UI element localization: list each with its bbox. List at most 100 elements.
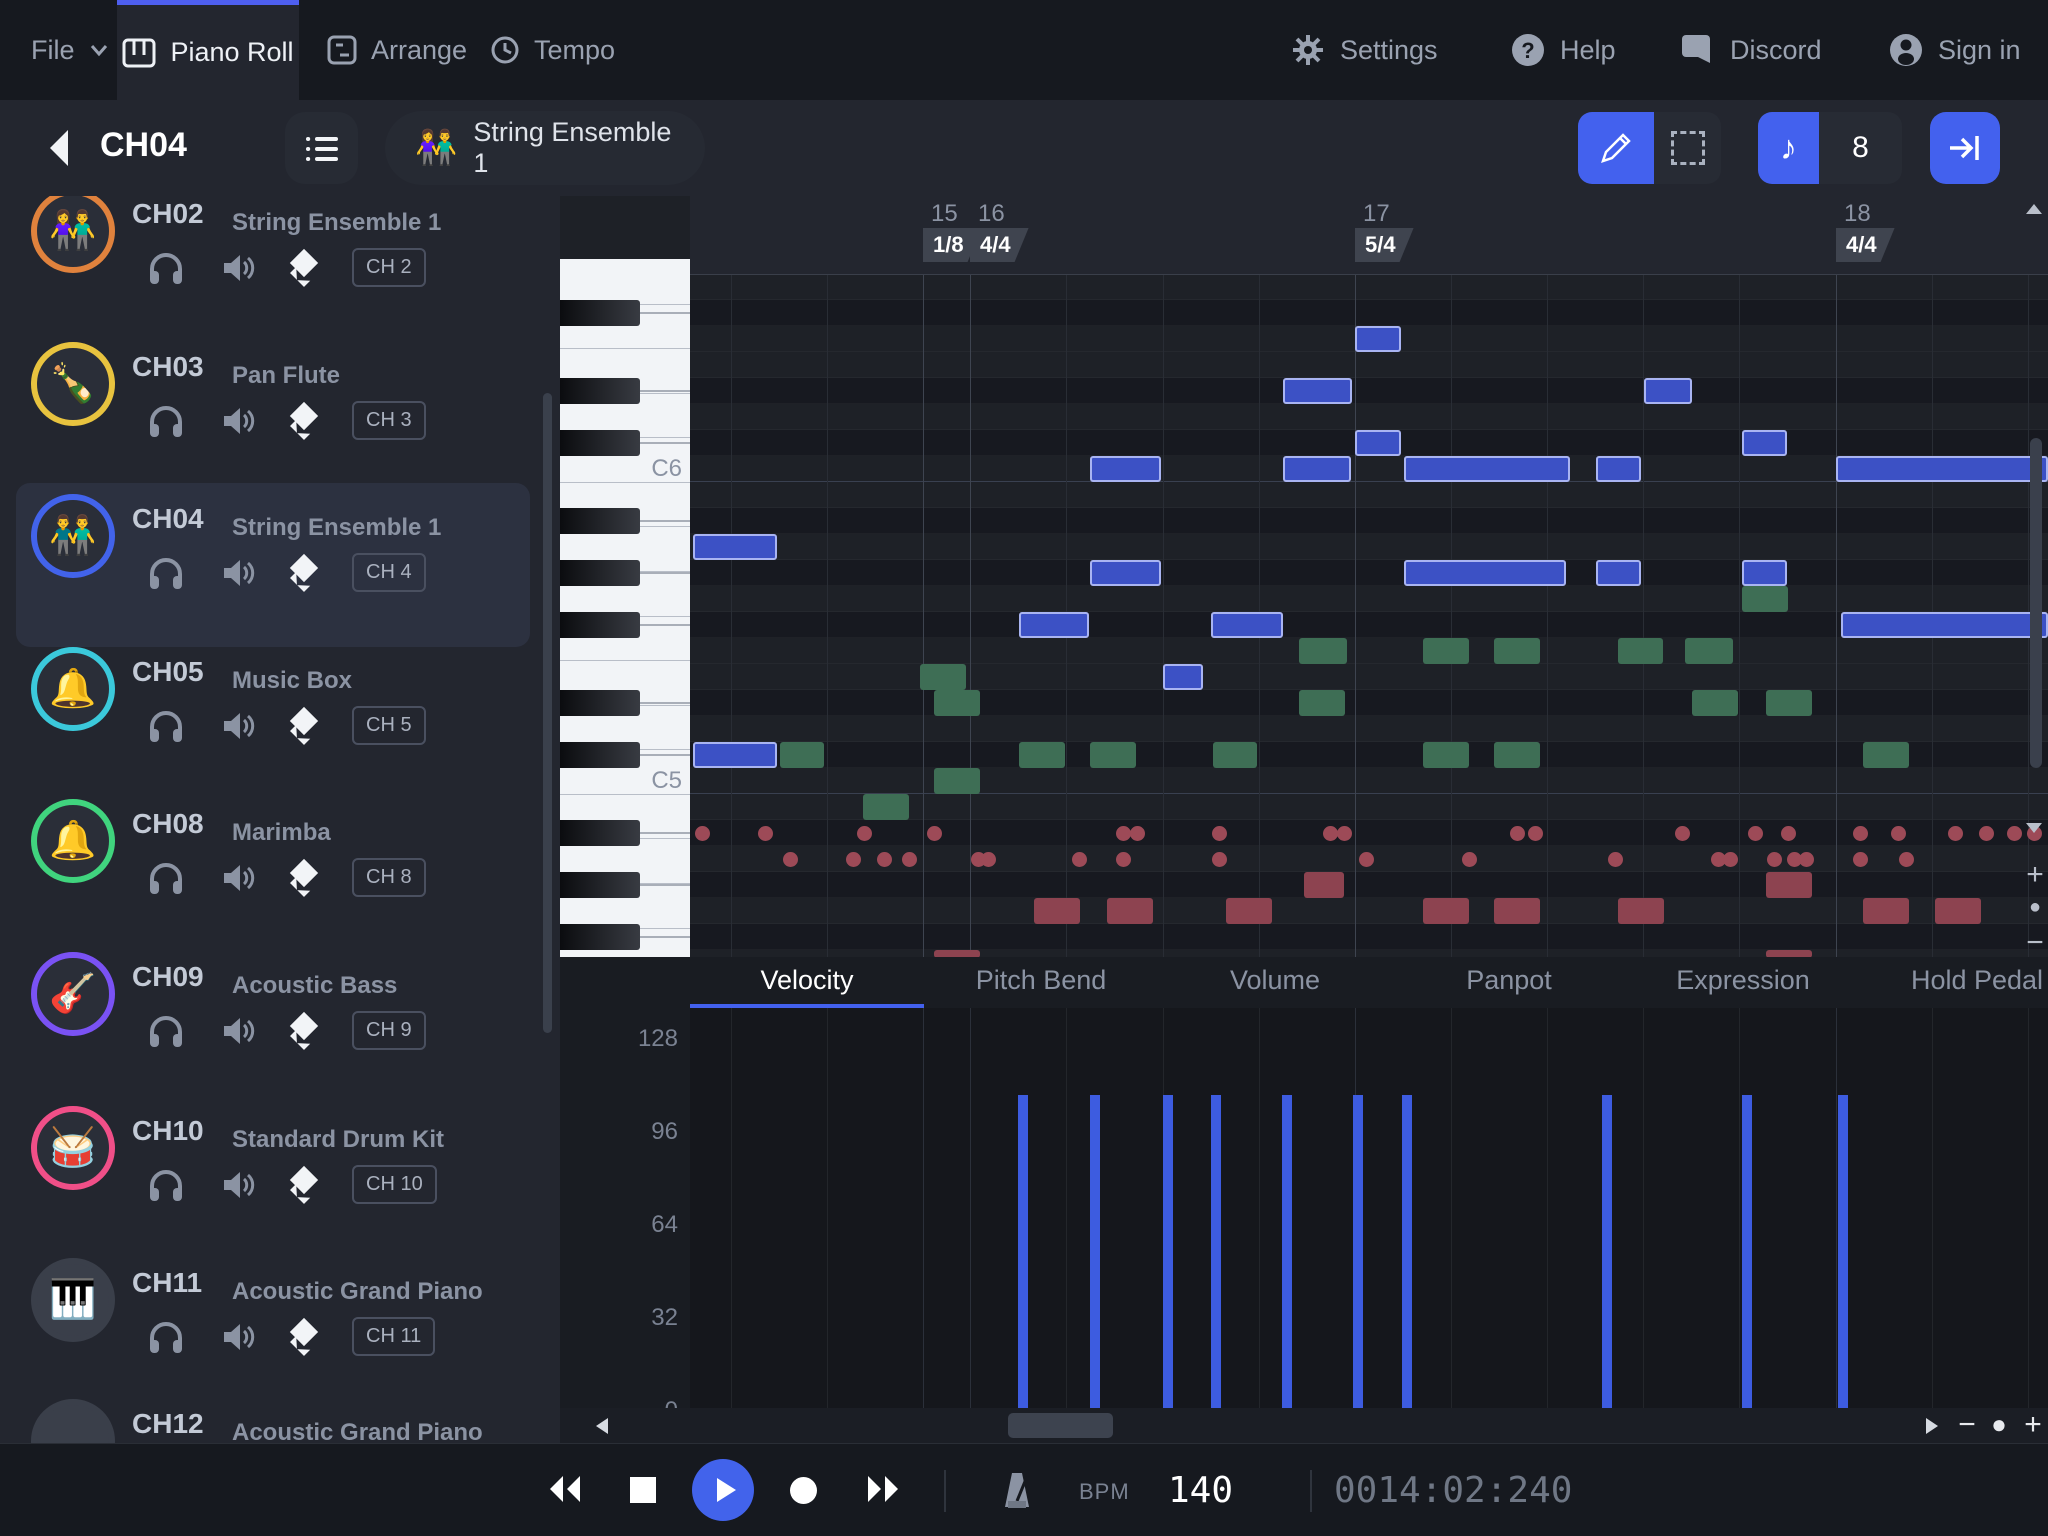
controller-tab-pitch-bend[interactable]: Pitch Bend [924, 957, 1158, 1004]
track-row-ch10[interactable]: 🥁CH10Standard Drum KitCH 10 [0, 1107, 560, 1247]
black-key[interactable] [560, 872, 640, 898]
mute-icon[interactable] [222, 557, 256, 589]
black-key[interactable] [560, 300, 640, 326]
settings-button[interactable]: Settings [1290, 0, 1438, 100]
drum-hit-dot[interactable] [1212, 826, 1227, 841]
grid-zoom-in-button[interactable]: + [2020, 858, 2048, 892]
scroll-up-icon[interactable] [2024, 202, 2044, 216]
drum-hit-dot[interactable] [877, 852, 892, 867]
black-key[interactable] [560, 742, 640, 768]
drum-hit-dot[interactable] [1891, 826, 1906, 841]
layers-icon[interactable] [294, 406, 314, 436]
mute-icon[interactable] [222, 710, 256, 742]
drum-hit-dot[interactable] [1212, 852, 1227, 867]
time-signature-badge[interactable]: 5/4 [1355, 228, 1414, 262]
scroll-left-icon[interactable] [594, 1416, 610, 1436]
piano-keyboard[interactable]: C6C5 [560, 259, 690, 957]
stop-button[interactable] [630, 1477, 656, 1503]
midi-note-ghost-red[interactable] [1034, 898, 1080, 924]
headphone-icon[interactable] [148, 1320, 184, 1354]
midi-note-ghost-green[interactable] [863, 794, 909, 820]
time-signature-badge[interactable]: 4/4 [970, 228, 1029, 262]
drum-hit-dot[interactable] [1948, 826, 1963, 841]
bpm-value[interactable]: 140 [1168, 1470, 1233, 1511]
mute-icon[interactable] [222, 1015, 256, 1047]
drum-hit-dot[interactable] [783, 852, 798, 867]
track-row-ch12[interactable]: CH12Acoustic Grand Piano [0, 1400, 560, 1443]
midi-note-selected-track[interactable] [1163, 664, 1203, 690]
tab-arrange[interactable]: Arrange [327, 0, 467, 100]
drum-hit-dot[interactable] [1116, 852, 1131, 867]
midi-note-selected-track[interactable] [1355, 430, 1401, 456]
drum-hit-dot[interactable] [857, 826, 872, 841]
drum-hit-dot[interactable] [2007, 826, 2022, 841]
discord-button[interactable]: Discord [1680, 0, 1822, 100]
midi-note-ghost-green[interactable] [934, 690, 980, 716]
back-button[interactable] [46, 128, 72, 173]
midi-note-ghost-green[interactable] [1423, 638, 1469, 664]
track-avatar[interactable]: 🔔 [31, 799, 115, 883]
grid-vertical-scrollbar[interactable] [2030, 438, 2042, 768]
drum-hit-dot[interactable] [1979, 826, 1994, 841]
velocity-pane[interactable] [690, 1008, 2048, 1408]
timeline-ruler[interactable]: 151/8164/4175/4184/4 [690, 196, 2048, 275]
black-key[interactable] [560, 924, 640, 950]
headphone-icon[interactable] [148, 556, 184, 590]
midi-note-ghost-green[interactable] [1213, 742, 1257, 768]
drum-hit-dot[interactable] [1359, 852, 1374, 867]
layers-icon[interactable] [294, 711, 314, 741]
drum-hit-dot[interactable] [846, 852, 861, 867]
drum-hit-dot[interactable] [1072, 852, 1087, 867]
midi-note-selected-track[interactable] [1211, 612, 1283, 638]
track-row-ch02[interactable]: 👫CH02String Ensemble 1CH 2 [0, 196, 560, 330]
drum-hit-dot[interactable] [902, 852, 917, 867]
tab-tempo[interactable]: Tempo [490, 0, 615, 100]
play-button[interactable] [692, 1459, 754, 1521]
midi-note-selected-track[interactable] [1355, 326, 1401, 352]
midi-note-selected-track[interactable] [1836, 456, 2048, 482]
mute-icon[interactable] [222, 1321, 256, 1353]
drum-hit-dot[interactable] [1116, 826, 1131, 841]
midi-note-selected-track[interactable] [1841, 612, 2048, 638]
zoom-out-button[interactable]: − [1952, 1408, 1982, 1443]
velocity-bar[interactable] [1090, 1095, 1100, 1408]
midi-note-ghost-red[interactable] [1863, 898, 1909, 924]
drum-hit-dot[interactable] [1767, 852, 1782, 867]
midi-note-ghost-green[interactable] [1692, 690, 1738, 716]
file-menu[interactable]: File [31, 0, 109, 100]
track-avatar[interactable]: 👬 [31, 494, 115, 578]
note-grid[interactable]: 151/8164/4175/4184/4+●− [690, 196, 2048, 958]
zoom-reset-button[interactable]: ● [1984, 1408, 2014, 1443]
drum-hit-dot[interactable] [1510, 826, 1525, 841]
midi-note-ghost-red[interactable] [1107, 898, 1153, 924]
selection-tool-button[interactable] [1654, 112, 1721, 184]
pencil-tool-button[interactable] [1578, 112, 1654, 184]
layers-icon[interactable] [294, 1322, 314, 1352]
track-row-ch03[interactable]: 🍾CH03Pan FluteCH 3 [0, 343, 560, 483]
headphone-icon[interactable] [148, 1014, 184, 1048]
black-key[interactable] [560, 820, 640, 846]
black-key[interactable] [560, 612, 640, 638]
track-avatar[interactable]: 🎹 [31, 1258, 115, 1342]
midi-note-ghost-green[interactable] [1299, 690, 1345, 716]
midi-note-ghost-red[interactable] [1226, 898, 1272, 924]
midi-note-selected-track[interactable] [1404, 560, 1566, 586]
sign-in-button[interactable]: Sign in [1888, 0, 2021, 100]
black-key[interactable] [560, 560, 640, 586]
midi-note-selected-track[interactable] [1742, 430, 1787, 456]
velocity-bar[interactable] [1402, 1095, 1412, 1408]
midi-note-selected-track[interactable] [693, 534, 777, 560]
layers-icon[interactable] [294, 558, 314, 588]
layers-icon[interactable] [294, 1170, 314, 1200]
drum-hit-dot[interactable] [1853, 826, 1868, 841]
drum-hit-dot[interactable] [1528, 826, 1543, 841]
headphone-icon[interactable] [148, 861, 184, 895]
velocity-bar[interactable] [1353, 1095, 1363, 1408]
controller-tab-expression[interactable]: Expression [1626, 957, 1860, 1004]
velocity-bar[interactable] [1163, 1095, 1173, 1408]
track-avatar[interactable] [31, 1399, 115, 1443]
midi-note-ghost-green[interactable] [1685, 638, 1733, 664]
midi-note-selected-track[interactable] [693, 742, 777, 768]
grid-zoom-out-button[interactable]: − [2020, 926, 2048, 958]
headphone-icon[interactable] [148, 709, 184, 743]
